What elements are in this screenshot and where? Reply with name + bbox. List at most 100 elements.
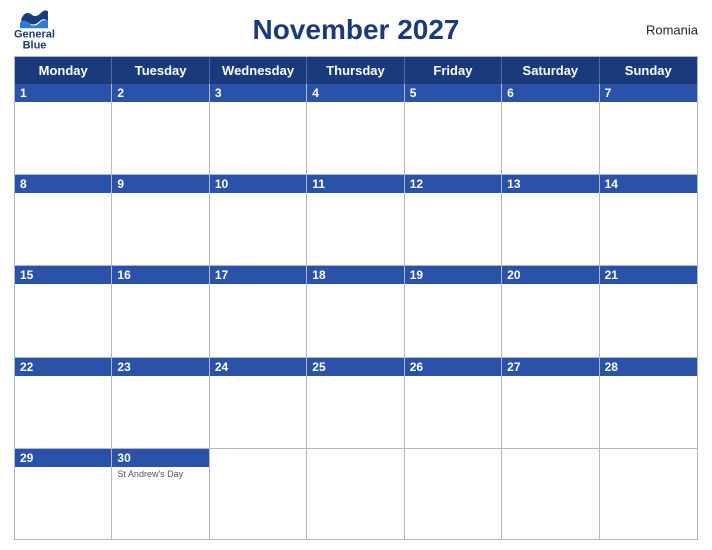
day-number-bar: 30 — [112, 449, 208, 467]
weeks-container: 1234567891011121314151617181920212223242… — [15, 84, 697, 539]
day-number-bar: 1 — [15, 84, 111, 102]
day-number-bar: 12 — [405, 175, 501, 193]
logo-text: General Blue — [14, 30, 55, 52]
day-cell: 20 — [502, 266, 599, 356]
day-header-sunday: Sunday — [600, 57, 697, 84]
day-number-bar: 22 — [15, 358, 111, 376]
day-number-bar: 24 — [210, 358, 306, 376]
day-cell: 29 — [15, 449, 112, 539]
day-cell: 9 — [112, 175, 209, 265]
day-cell: 12 — [405, 175, 502, 265]
day-number: 30 — [117, 451, 130, 465]
day-number: 1 — [20, 86, 27, 100]
day-number-bar: 27 — [502, 358, 598, 376]
day-cell: 1 — [15, 84, 112, 174]
calendar-page: General Blue November 2027 Romania Monda… — [0, 0, 712, 550]
day-cell: 22 — [15, 358, 112, 448]
day-number: 25 — [312, 360, 325, 374]
day-number: 28 — [605, 360, 618, 374]
day-cell: 10 — [210, 175, 307, 265]
day-number-bar: 2 — [112, 84, 208, 102]
day-cell: 26 — [405, 358, 502, 448]
day-number: 15 — [20, 268, 33, 282]
day-cell: 16 — [112, 266, 209, 356]
day-cell: 23 — [112, 358, 209, 448]
day-number-bar: 4 — [307, 84, 403, 102]
day-cell: 5 — [405, 84, 502, 174]
day-number: 19 — [410, 268, 423, 282]
day-number: 8 — [20, 177, 27, 191]
week-row-2: 8 9 10 11 12 13 14 — [15, 175, 697, 266]
day-cell: 2 — [112, 84, 209, 174]
day-number-bar: 13 — [502, 175, 598, 193]
day-number-bar: 28 — [600, 358, 697, 376]
day-number: 16 — [117, 268, 130, 282]
day-number-bar: 21 — [600, 266, 697, 284]
day-number-bar: 15 — [15, 266, 111, 284]
day-cell — [210, 449, 307, 539]
day-number: 17 — [215, 268, 228, 282]
day-cell: 7 — [600, 84, 697, 174]
day-number: 5 — [410, 86, 417, 100]
day-number: 18 — [312, 268, 325, 282]
day-number-bar: 17 — [210, 266, 306, 284]
day-number: 4 — [312, 86, 319, 100]
day-number: 20 — [507, 268, 520, 282]
day-cell: 3 — [210, 84, 307, 174]
day-cell: 28 — [600, 358, 697, 448]
day-number-bar: 18 — [307, 266, 403, 284]
day-number-bar: 14 — [600, 175, 697, 193]
day-cell: 13 — [502, 175, 599, 265]
calendar-grid: MondayTuesdayWednesdayThursdayFridaySatu… — [14, 56, 698, 540]
day-number: 26 — [410, 360, 423, 374]
day-cell: 11 — [307, 175, 404, 265]
day-number: 10 — [215, 177, 228, 191]
day-cell — [307, 449, 404, 539]
day-cell: 14 — [600, 175, 697, 265]
day-header-wednesday: Wednesday — [210, 57, 307, 84]
day-number: 12 — [410, 177, 423, 191]
day-number: 9 — [117, 177, 124, 191]
day-number: 24 — [215, 360, 228, 374]
day-number: 11 — [312, 177, 325, 191]
day-number: 22 — [20, 360, 33, 374]
day-number-bar: 5 — [405, 84, 501, 102]
day-cell: 4 — [307, 84, 404, 174]
day-number: 27 — [507, 360, 520, 374]
day-cell — [405, 449, 502, 539]
week-row-3: 15 16 17 18 19 20 21 — [15, 266, 697, 357]
logo: General Blue — [14, 9, 55, 52]
week-row-4: 22 23 24 25 26 27 28 — [15, 358, 697, 449]
day-number: 29 — [20, 451, 33, 465]
day-cell: 8 — [15, 175, 112, 265]
logo-bird-icon — [20, 9, 48, 29]
day-number: 13 — [507, 177, 520, 191]
day-header-monday: Monday — [15, 57, 112, 84]
day-number: 21 — [605, 268, 618, 282]
day-cell — [600, 449, 697, 539]
day-number: 2 — [117, 86, 124, 100]
day-cell: 15 — [15, 266, 112, 356]
week-row-1: 1 2 3 4 5 67 — [15, 84, 697, 175]
holiday-label: St Andrew's Day — [117, 469, 203, 480]
day-number-bar: 9 — [112, 175, 208, 193]
day-number-bar: 16 — [112, 266, 208, 284]
day-number: 3 — [215, 86, 222, 100]
day-number-bar: 6 — [502, 84, 598, 102]
calendar-header: General Blue November 2027 Romania — [14, 10, 698, 50]
day-cell: 17 — [210, 266, 307, 356]
day-number-bar: 29 — [15, 449, 111, 467]
day-cell: 27 — [502, 358, 599, 448]
day-cell: 25 — [307, 358, 404, 448]
day-cell: 18 — [307, 266, 404, 356]
day-number-bar: 8 — [15, 175, 111, 193]
day-number-bar: 25 — [307, 358, 403, 376]
week-row-5: 29 30 St Andrew's Day — [15, 449, 697, 539]
logo-blue: Blue — [23, 41, 47, 52]
day-number: 14 — [605, 177, 618, 191]
day-header-saturday: Saturday — [502, 57, 599, 84]
day-cell: 6 — [502, 84, 599, 174]
day-number-bar: 26 — [405, 358, 501, 376]
day-headers-row: MondayTuesdayWednesdayThursdayFridaySatu… — [15, 57, 697, 84]
day-cell: 19 — [405, 266, 502, 356]
